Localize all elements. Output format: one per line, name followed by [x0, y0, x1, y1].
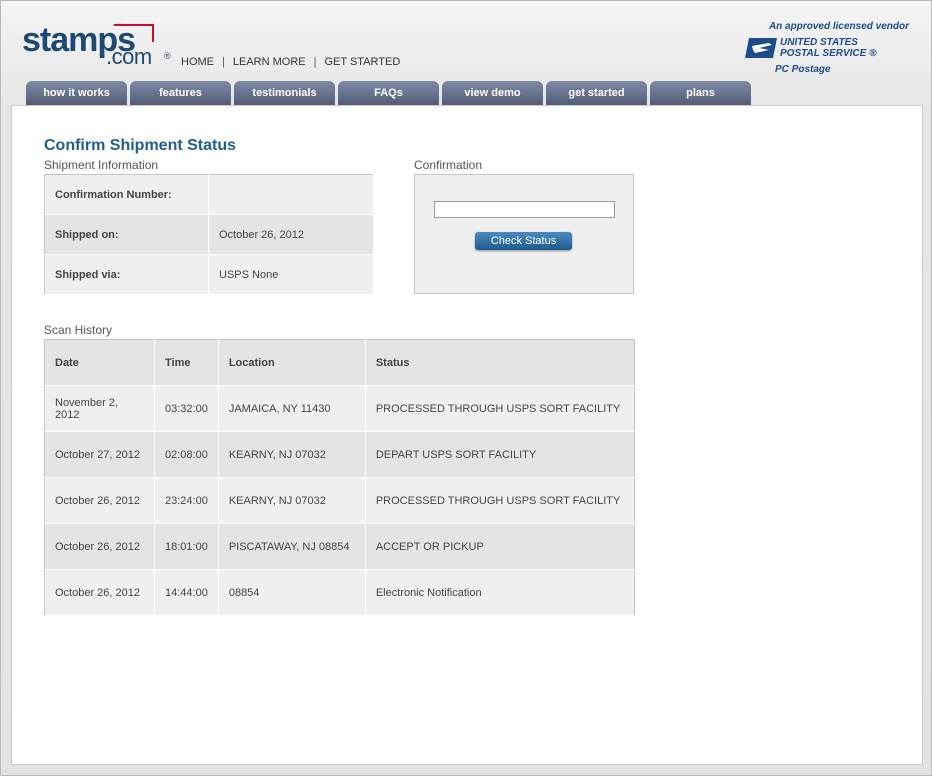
content-panel: Confirm Shipment Status Shipment Informa… — [11, 105, 923, 765]
page-title: Confirm Shipment Status — [44, 137, 237, 154]
tab-how-it-works[interactable]: how it works — [26, 81, 127, 105]
confirmation-number-input[interactable] — [434, 201, 615, 218]
info-value: October 26, 2012 — [208, 214, 374, 255]
logo-dotcom: .com — [106, 44, 152, 69]
scan-time: 14:44:00 — [154, 569, 219, 616]
usps-vendor-text: An approved licensed vendor — [768, 21, 909, 32]
shipment-info-table: Confirmation Number: Shipped on: October… — [44, 174, 374, 295]
table-row: Shipped on: October 26, 2012 — [44, 214, 374, 255]
page-frame: stamps .com ® HOME | LEARN MORE | GET STARTE… — [0, 0, 932, 776]
table-row: Shipped via: USPS None — [44, 254, 374, 295]
scan-status: Electronic Notification — [365, 569, 635, 616]
nav-home-link[interactable]: HOME — [181, 56, 214, 68]
table-row: November 2, 2012 03:32:00 JAMAICA, NY 11… — [44, 385, 635, 432]
tab-get-started[interactable]: get started — [546, 81, 647, 105]
table-header-row: Date Time Location Status — [44, 339, 635, 386]
tab-faqs[interactable]: FAQs — [338, 81, 439, 105]
nav-separator: | — [222, 56, 225, 68]
tab-plans[interactable]: plans — [650, 81, 751, 105]
scan-location: KEARNY, NJ 07032 — [218, 431, 366, 478]
column-header-location: Location — [218, 339, 366, 386]
scan-time: 03:32:00 — [154, 385, 219, 432]
usps-line2: POSTAL SERVICE ® — [780, 48, 877, 59]
info-key: Confirmation Number: — [44, 174, 209, 215]
scan-time: 23:24:00 — [154, 477, 219, 524]
tab-view-demo[interactable]: view demo — [442, 81, 543, 105]
scan-date: November 2, 2012 — [44, 385, 155, 432]
info-key: Shipped via: — [44, 254, 209, 295]
usps-eagle-icon — [745, 38, 777, 58]
scan-time: 18:01:00 — [154, 523, 219, 570]
nav-learn-more-link[interactable]: LEARN MORE — [233, 56, 306, 68]
column-header-status: Status — [365, 339, 635, 386]
scan-status: PROCESSED THROUGH USPS SORT FACILITY — [365, 385, 635, 432]
scan-location: KEARNY, NJ 07032 — [218, 477, 366, 524]
scan-history-table: Date Time Location Status November 2, 20… — [44, 339, 635, 616]
info-value: USPS None — [208, 254, 374, 295]
usps-vendor-badge: An approved licensed vendor UNITED STATE… — [745, 19, 915, 79]
table-row: October 27, 2012 02:08:00 KEARNY, NJ 070… — [44, 431, 635, 478]
scan-time: 02:08:00 — [154, 431, 219, 478]
scan-date: October 26, 2012 — [44, 569, 155, 616]
confirmation-box: Check Status — [414, 174, 634, 294]
scan-date: October 27, 2012 — [44, 431, 155, 478]
column-header-date: Date — [44, 339, 155, 386]
column-header-time: Time — [154, 339, 219, 386]
tab-features[interactable]: features — [130, 81, 231, 105]
info-value — [208, 174, 374, 215]
table-row: October 26, 2012 14:44:00 08854 Electron… — [44, 569, 635, 616]
scan-date: October 26, 2012 — [44, 477, 155, 524]
nav-get-started-link[interactable]: GET STARTED — [324, 56, 400, 68]
scan-date: October 26, 2012 — [44, 523, 155, 570]
scan-location: PISCATAWAY, NJ 08854 — [218, 523, 366, 570]
pc-postage-label: PC Postage — [775, 64, 831, 75]
check-status-button[interactable]: Check Status — [475, 232, 572, 250]
scan-history-label: Scan History — [44, 323, 113, 337]
usps-line1: UNITED STATES — [780, 37, 858, 48]
stamps-com-logo[interactable]: stamps .com ® — [22, 21, 172, 71]
tab-testimonials[interactable]: testimonials — [234, 81, 335, 105]
scan-status: DEPART USPS SORT FACILITY — [365, 431, 635, 478]
scan-status: ACCEPT OR PICKUP — [365, 523, 635, 570]
shipment-info-label: Shipment Information — [44, 158, 159, 172]
scan-status: PROCESSED THROUGH USPS SORT FACILITY — [365, 477, 635, 524]
table-row: Confirmation Number: — [44, 174, 374, 215]
confirmation-label: Confirmation — [414, 158, 483, 172]
table-row: October 26, 2012 23:24:00 KEARNY, NJ 070… — [44, 477, 635, 524]
nav-separator: | — [313, 56, 317, 68]
top-nav: HOME | LEARN MORE | GET STARTED — [181, 56, 400, 68]
scan-location: 08854 — [218, 569, 366, 616]
scan-location: JAMAICA, NY 11430 — [218, 385, 366, 432]
info-key: Shipped on: — [44, 214, 209, 255]
table-row: October 26, 2012 18:01:00 PISCATAWAY, NJ… — [44, 523, 635, 570]
logo-registered-mark: ® — [164, 51, 171, 61]
